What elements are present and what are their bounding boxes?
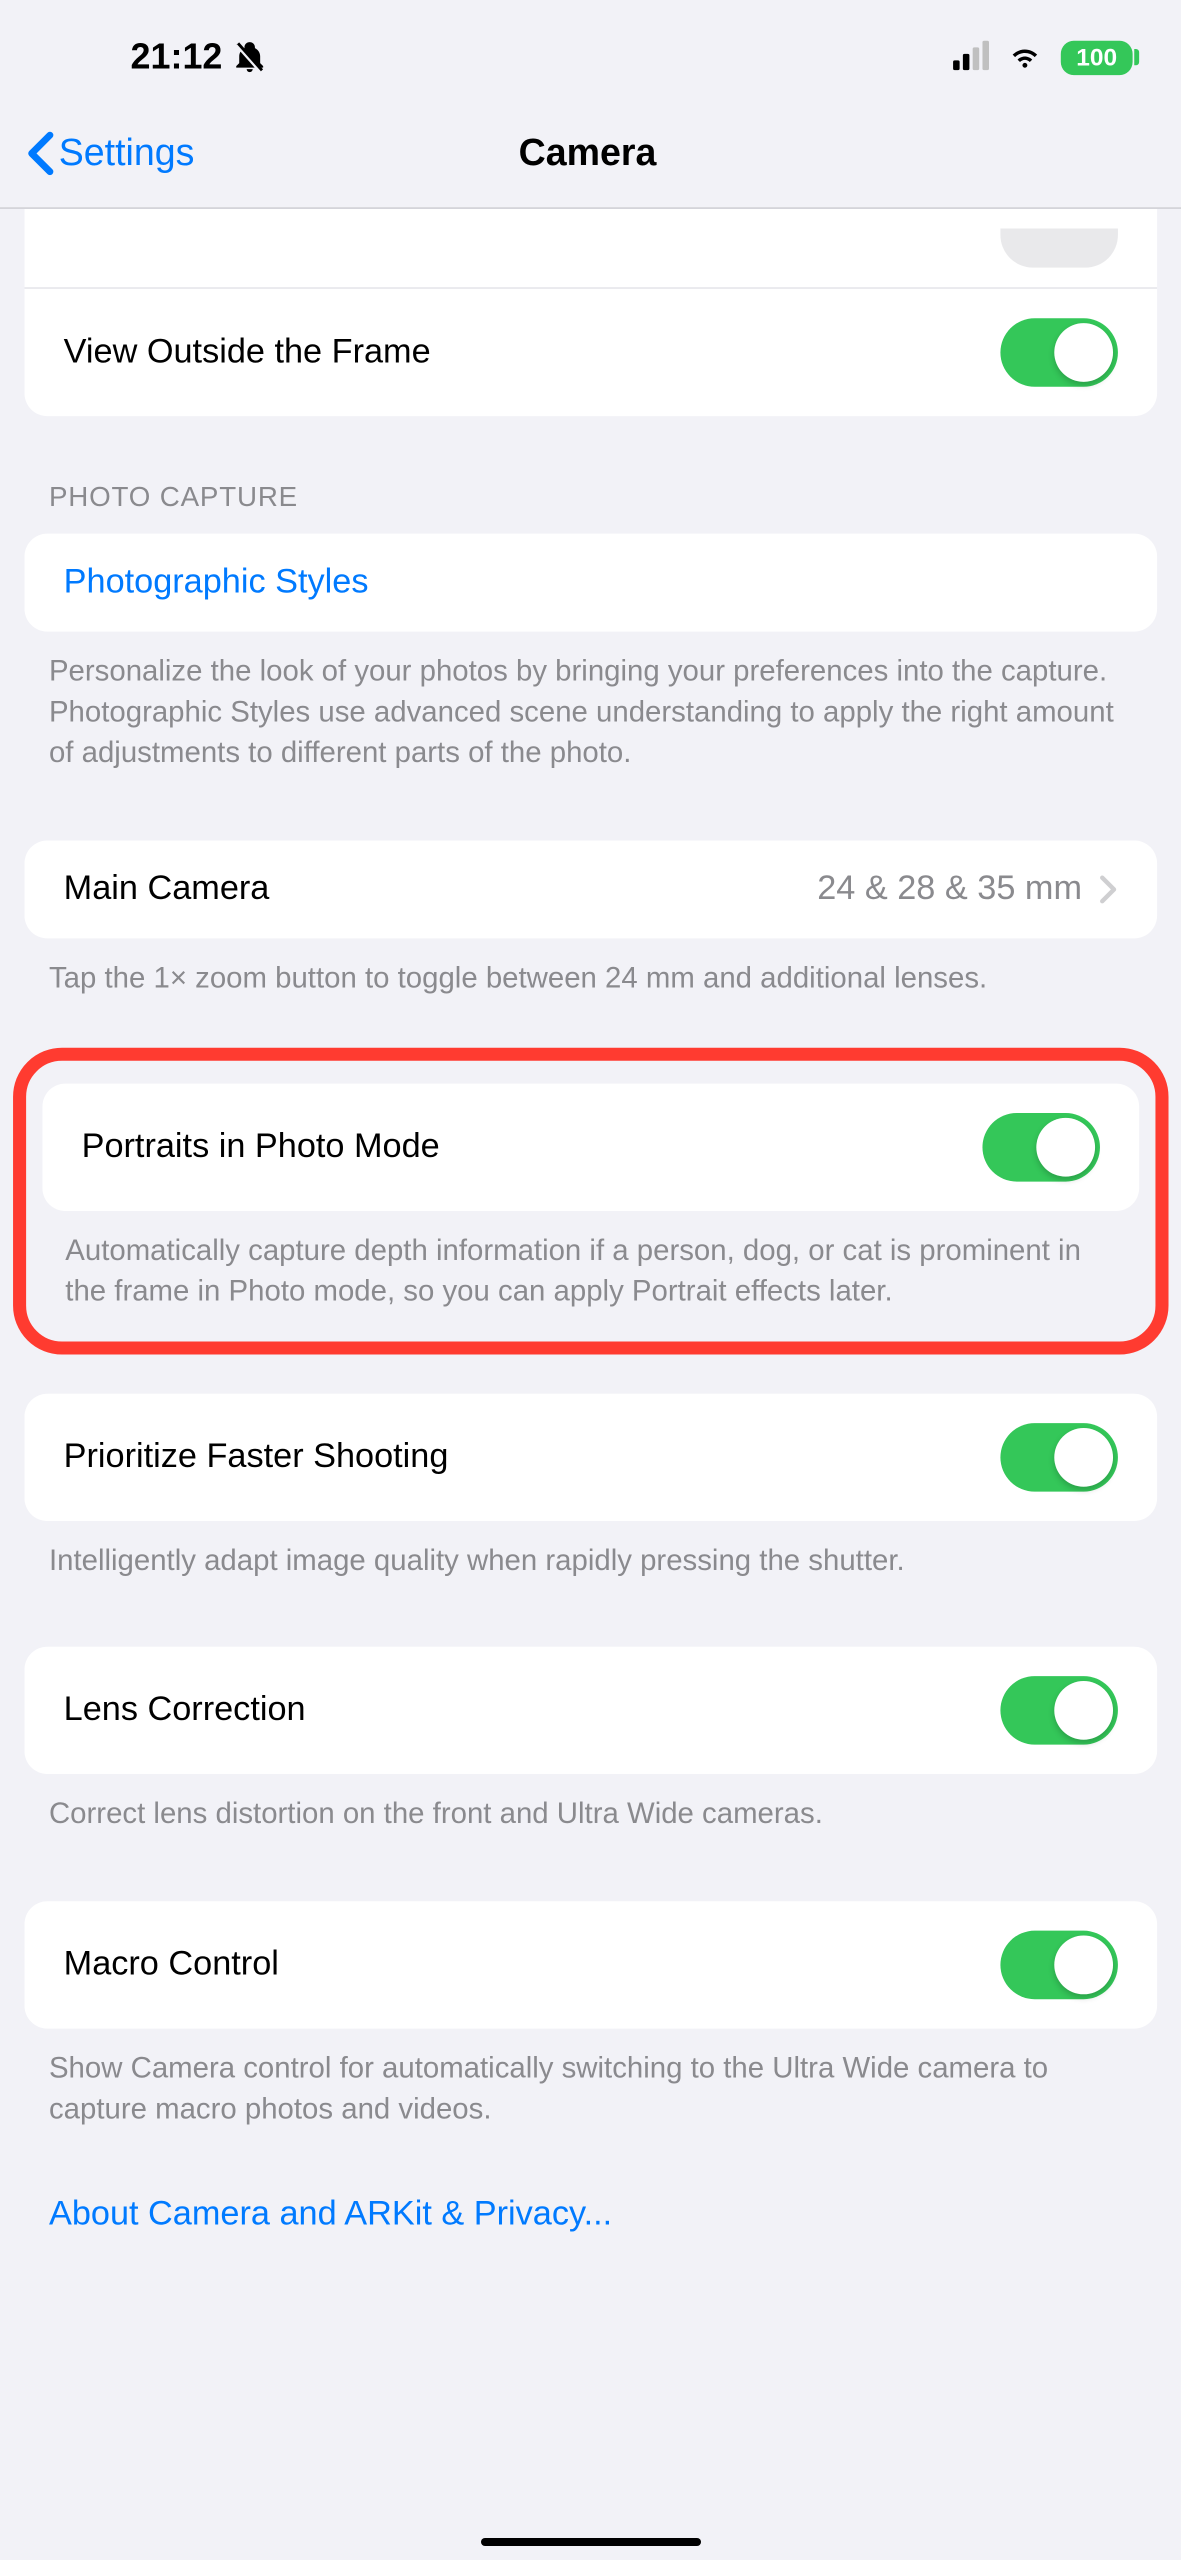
status-bar: 21:12 100 xyxy=(0,0,1181,98)
chevron-left-icon xyxy=(26,130,55,176)
home-indicator[interactable] xyxy=(481,2538,701,2546)
back-label: Settings xyxy=(59,131,195,175)
macro-label: Macro Control xyxy=(64,1945,279,1984)
photo-capture-header: PHOTO CAPTURE xyxy=(0,481,1181,533)
lens-label: Lens Correction xyxy=(64,1691,306,1730)
page-title: Camera xyxy=(26,131,1149,175)
photographic-styles-label: Photographic Styles xyxy=(64,563,369,602)
portraits-footer: Automatically capture depth information … xyxy=(26,1211,1155,1313)
portraits-label: Portraits in Photo Mode xyxy=(82,1127,440,1166)
prioritize-faster-row[interactable]: Prioritize Faster Shooting xyxy=(24,1394,1157,1521)
toggle-partial[interactable] xyxy=(1000,228,1118,267)
photographic-styles-row[interactable]: Photographic Styles xyxy=(24,534,1157,632)
main-camera-row[interactable]: Main Camera 24 & 28 & 35 mm xyxy=(24,840,1157,938)
view-outside-frame-row[interactable]: View Outside the Frame xyxy=(24,289,1157,416)
main-camera-label: Main Camera xyxy=(64,869,270,908)
view-outside-frame-toggle[interactable] xyxy=(1000,318,1118,387)
wifi-icon xyxy=(1005,38,1044,77)
prioritize-footer: Intelligently adapt image quality when r… xyxy=(0,1521,1181,1582)
partial-setting-row[interactable] xyxy=(24,209,1157,289)
cellular-signal-icon xyxy=(953,44,989,70)
portraits-photo-mode-row[interactable]: Portraits in Photo Mode xyxy=(42,1083,1139,1210)
privacy-link[interactable]: About Camera and ARKit & Privacy... xyxy=(0,2130,1181,2267)
back-button[interactable]: Settings xyxy=(26,130,194,176)
view-outside-frame-label: View Outside the Frame xyxy=(64,333,431,372)
lens-toggle[interactable] xyxy=(1000,1677,1118,1746)
macro-toggle[interactable] xyxy=(1000,1930,1118,1999)
photographic-styles-footer: Personalize the look of your photos by b… xyxy=(0,632,1181,775)
main-camera-value: 24 & 28 & 35 mm xyxy=(817,869,1082,908)
lens-footer: Correct lens distortion on the front and… xyxy=(0,1774,1181,1835)
macro-control-row[interactable]: Macro Control xyxy=(24,1900,1157,2027)
main-camera-footer: Tap the 1× zoom button to toggle between… xyxy=(0,938,1181,999)
portraits-toggle[interactable] xyxy=(982,1113,1100,1182)
status-time: 21:12 xyxy=(131,36,223,78)
highlight-annotation: Portraits in Photo Mode Automatically ca… xyxy=(13,1047,1168,1354)
prioritize-label: Prioritize Faster Shooting xyxy=(64,1438,449,1477)
lens-correction-row[interactable]: Lens Correction xyxy=(24,1647,1157,1774)
navigation-bar: Settings Camera xyxy=(0,98,1181,209)
macro-footer: Show Camera control for automatically sw… xyxy=(0,2028,1181,2130)
battery-indicator: 100 xyxy=(1061,40,1133,74)
chevron-right-icon xyxy=(1098,874,1118,903)
silent-icon xyxy=(232,39,268,75)
prioritize-toggle[interactable] xyxy=(1000,1423,1118,1492)
